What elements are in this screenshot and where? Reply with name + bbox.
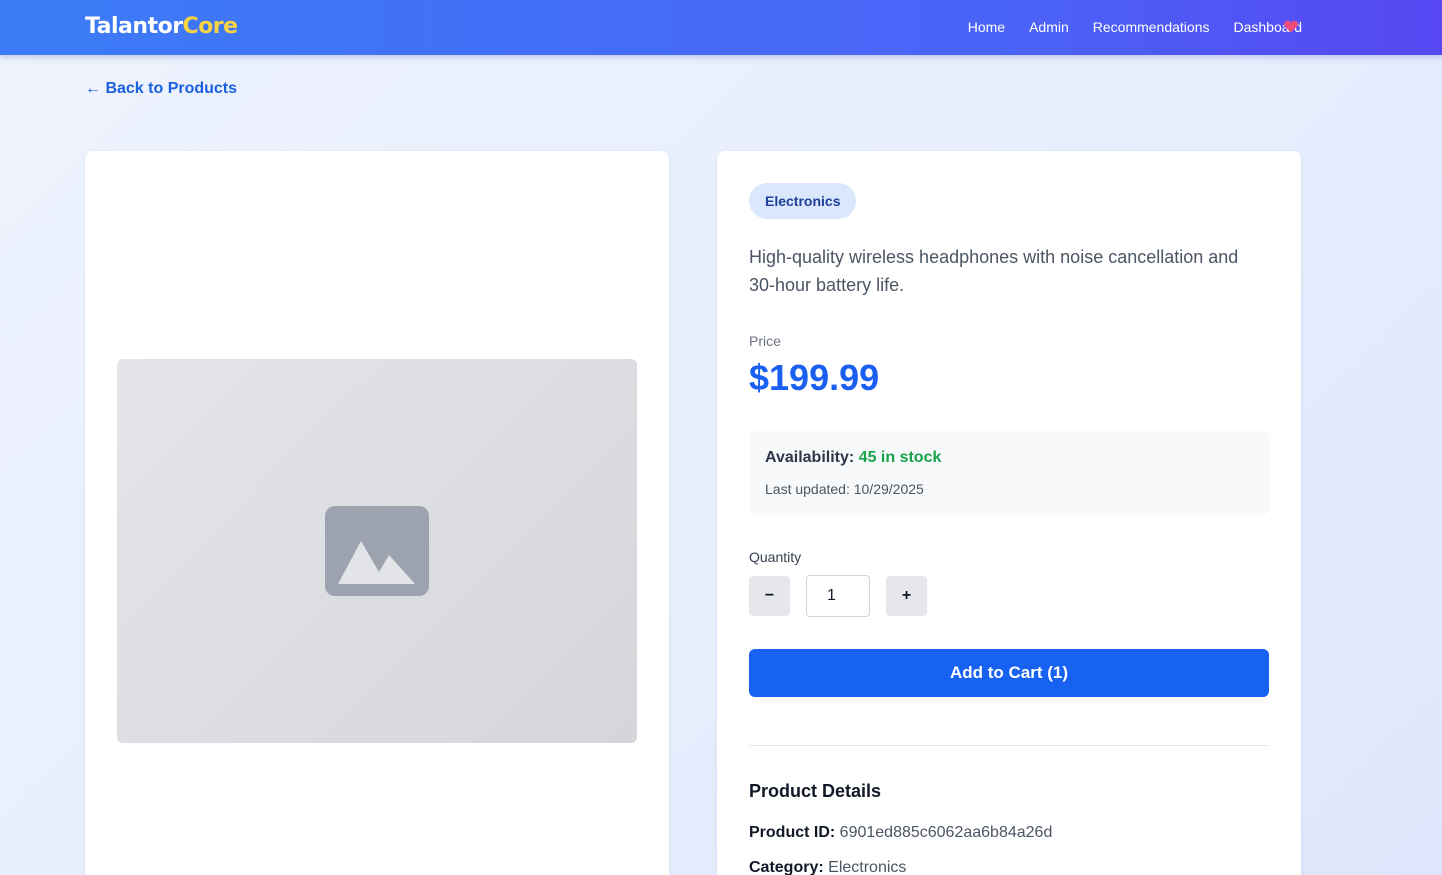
availability-label: Availability: <box>765 449 855 466</box>
detail-product-id: Product ID: 6901ed885c6062aa6b84a26d <box>749 824 1052 842</box>
back-to-products-link[interactable]: ← Back to Products <box>85 80 237 98</box>
add-to-cart-button[interactable]: Add to Cart (1) <box>749 649 1269 697</box>
product-description: High-quality wireless headphones with no… <box>749 247 1239 295</box>
heart-icon-graphic <box>1284 20 1298 33</box>
nav-recommendations[interactable]: Recommendations <box>1093 19 1210 35</box>
product-id-label: Product ID: <box>749 824 836 841</box>
image-placeholder-icon <box>325 506 429 596</box>
quantity-input[interactable] <box>806 575 870 617</box>
heart-icon[interactable] <box>1283 18 1299 36</box>
product-id-value: 6901ed885c6062aa6b84a26d <box>839 824 1053 841</box>
nav-admin[interactable]: Admin <box>1029 19 1069 35</box>
top-navbar: TalantorCore Home Admin Recommendations … <box>0 0 1442 55</box>
section-divider <box>749 745 1269 746</box>
quantity-label: Quantity <box>749 549 802 565</box>
brand-name-main: Talantor <box>85 14 183 39</box>
category-badge: Electronics <box>749 183 857 219</box>
nav-links: Home Admin Recommendations Dashboard <box>968 19 1302 35</box>
price-value: $199.99 <box>749 357 880 398</box>
quantity-increase-button[interactable]: + <box>886 576 927 616</box>
detail-category: Category: Electronics <box>749 859 906 875</box>
product-image-card <box>85 151 669 875</box>
category-label: Category: <box>749 859 824 875</box>
brand-name-accent: Core <box>182 14 239 39</box>
availability-line: Availability: 45 in stock <box>765 449 941 467</box>
brand-logo[interactable]: TalantorCore <box>85 14 238 39</box>
category-value: Electronics <box>828 859 907 875</box>
price-label: Price <box>749 333 781 349</box>
nav-home[interactable]: Home <box>968 19 1005 35</box>
stock-count: 45 in stock <box>858 449 942 466</box>
last-updated: Last updated: 10/29/2025 <box>765 481 924 497</box>
availability-box: Availability: 45 in stock Last updated: … <box>749 431 1269 515</box>
product-details-title: Product Details <box>749 781 882 801</box>
product-info-card: Electronics High-quality wireless headph… <box>717 151 1301 875</box>
product-image-placeholder <box>117 359 637 743</box>
quantity-decrease-button[interactable]: − <box>749 576 790 616</box>
